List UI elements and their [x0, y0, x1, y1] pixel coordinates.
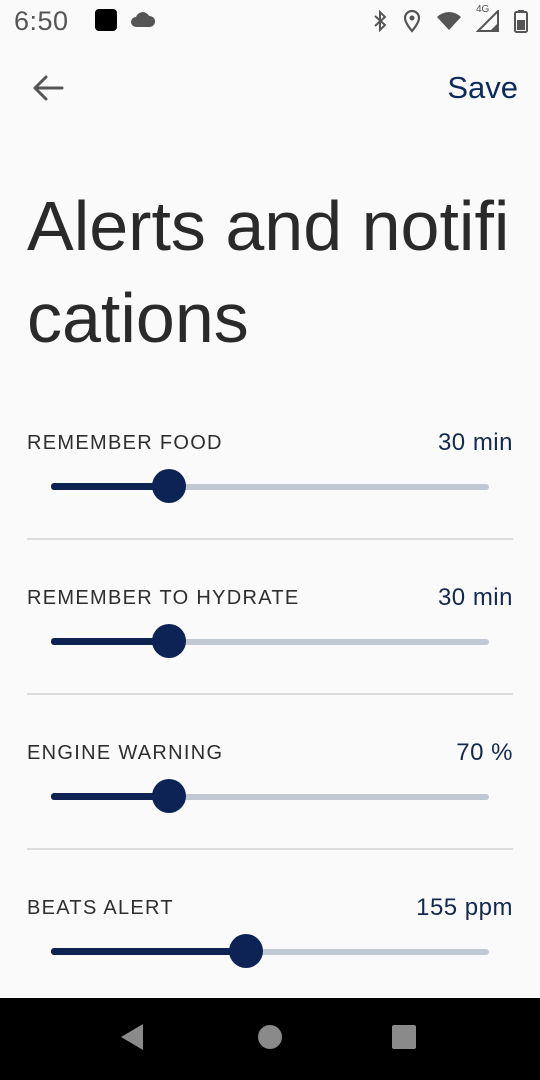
setting-value: 30 min [437, 584, 513, 611]
slider-thumb[interactable] [152, 469, 187, 503]
setting-beats-alert: BEATS ALERT 155 ppm [27, 894, 513, 997]
beats-alert-slider[interactable] [51, 934, 489, 968]
signal-icon: 4G [476, 4, 500, 32]
wifi-icon [436, 11, 462, 31]
nav-home-button[interactable] [250, 1024, 290, 1054]
navigation-bar [0, 998, 540, 1080]
battery-icon [514, 9, 528, 33]
setting-label: REMEMBER TO HYDRATE [27, 587, 300, 609]
status-time: 6:50 [14, 6, 69, 36]
setting-remember-to-hydrate: REMEMBER TO HYDRATE 30 min [27, 584, 513, 742]
network-type-label: 4G [476, 4, 490, 15]
save-button[interactable]: Save [447, 70, 518, 106]
home-circle-icon [257, 1024, 283, 1055]
setting-value: 70 % [456, 739, 513, 766]
setting-label: REMEMBER FOOD [27, 432, 223, 454]
slider-thumb[interactable] [152, 779, 187, 813]
engine-warning-slider[interactable] [51, 779, 489, 813]
remember-food-slider[interactable] [51, 469, 489, 503]
divider [27, 848, 513, 850]
setting-engine-warning: ENGINE WARNING 70 % [27, 739, 513, 897]
setting-label: ENGINE WARNING [27, 742, 224, 764]
divider [27, 538, 513, 540]
slider-thumb[interactable] [229, 934, 264, 968]
setting-remember-food: REMEMBER FOOD 30 min [27, 429, 513, 587]
page-title: Alerts and notifications [27, 187, 510, 357]
back-button[interactable] [28, 72, 68, 108]
slider-fill [51, 948, 247, 955]
cloud-icon [130, 11, 156, 34]
back-triangle-icon [119, 1023, 145, 1056]
recents-square-icon [391, 1024, 417, 1055]
slider-thumb[interactable] [152, 624, 187, 658]
status-bar: 6:50 4G [0, 0, 540, 44]
arrow-left-icon [32, 74, 64, 107]
nav-recents-button[interactable] [384, 1024, 424, 1054]
setting-value: 155 ppm [416, 894, 513, 921]
app-square-icon [94, 8, 118, 37]
setting-label: BEATS ALERT [27, 897, 174, 919]
nav-back-button[interactable] [112, 1023, 152, 1056]
bluetooth-icon [372, 9, 388, 33]
divider [27, 693, 513, 695]
remember-to-hydrate-slider[interactable] [51, 624, 489, 658]
setting-value: 30 min [437, 429, 513, 456]
location-icon [402, 9, 422, 33]
